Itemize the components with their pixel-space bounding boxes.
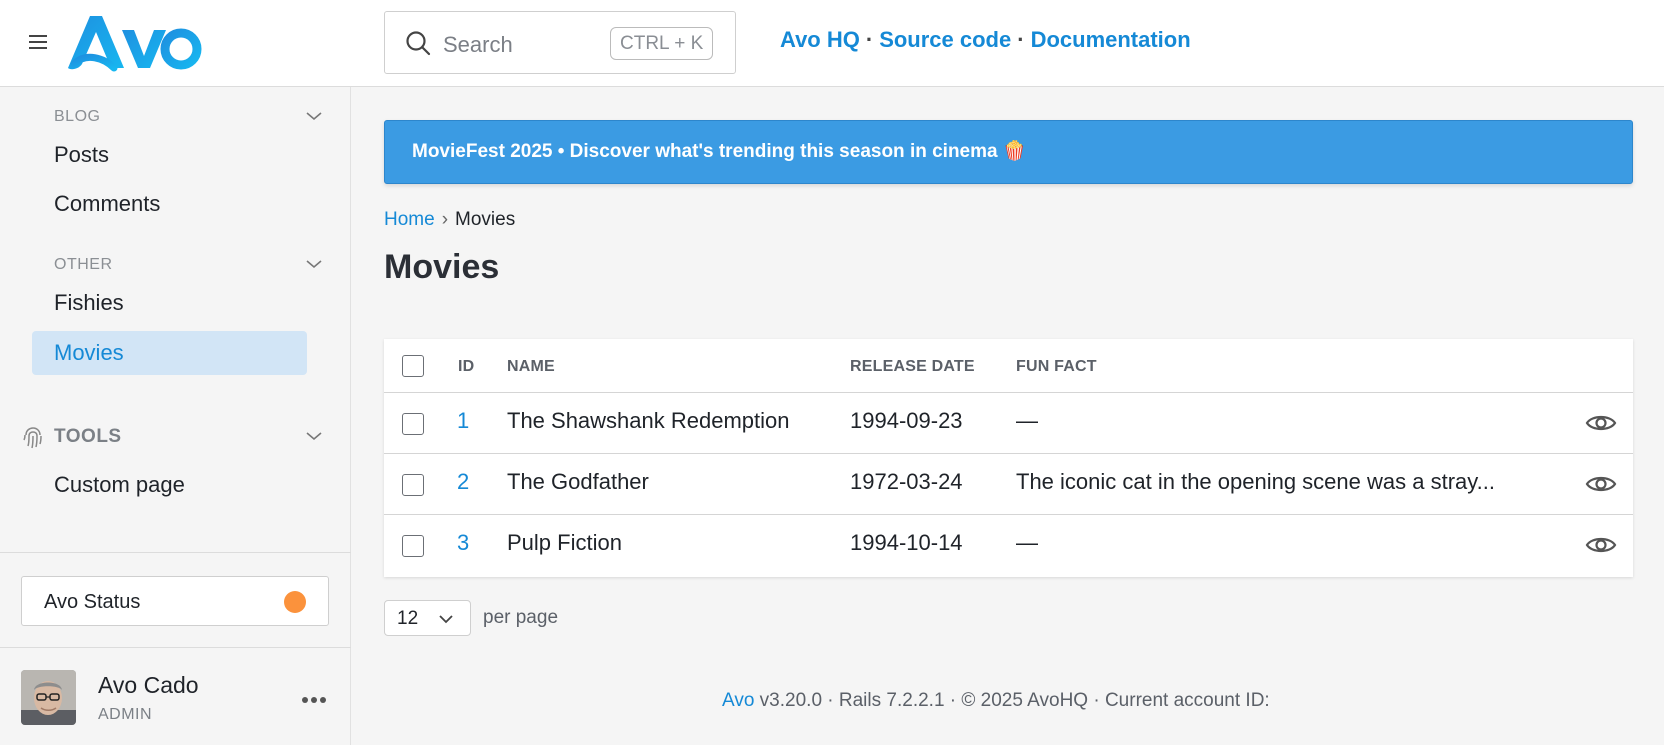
footer-text: v3.20.0 · Rails 7.2.2.1 · © 2025 AvoHQ ·… <box>754 690 1270 711</box>
search-icon <box>406 31 431 56</box>
sidebar-divider <box>0 552 351 553</box>
chevron-right-icon: › <box>441 209 449 230</box>
status-label: Avo Status <box>44 591 141 613</box>
row-checkbox[interactable] <box>402 474 424 496</box>
user-name: Avo Cado <box>98 672 199 698</box>
row-name: The Shawshank Redemption <box>507 408 790 433</box>
row-name: The Godfather <box>507 469 649 494</box>
column-header-id[interactable]: ID <box>458 358 474 376</box>
sidebar-item-posts[interactable]: Posts <box>32 133 307 177</box>
sidebar-item-comments[interactable]: Comments <box>32 182 307 226</box>
sidebar-section-blog[interactable]: BLOG <box>54 108 100 126</box>
link-separator: · <box>1017 27 1025 52</box>
breadcrumb-current: Movies <box>455 209 516 230</box>
per-page-select[interactable]: 12 <box>384 600 471 636</box>
row-id-link[interactable]: 2 <box>457 469 469 495</box>
view-eye-icon[interactable] <box>1585 473 1617 495</box>
sidebar-section-label: TOOLS <box>54 426 122 447</box>
per-page-value: 12 <box>397 608 419 629</box>
documentation-link[interactable]: Documentation <box>1031 27 1191 52</box>
select-all-checkbox[interactable] <box>402 355 424 377</box>
chevron-down-icon[interactable] <box>305 258 323 270</box>
search-shortcut: CTRL + K <box>610 27 714 60</box>
chevron-down-icon[interactable] <box>305 430 323 442</box>
more-options-icon[interactable] <box>302 690 332 703</box>
sidebar-section-other[interactable]: OTHER <box>54 256 113 274</box>
row-fun-fact: The iconic cat in the opening scene was … <box>1016 469 1495 494</box>
announcement-banner: MovieFest 2025 • Discover what's trendin… <box>384 120 1633 184</box>
table-row[interactable]: 2 The Godfather 1972-03-24 The iconic ca… <box>384 454 1633 515</box>
menu-icon[interactable] <box>29 35 47 49</box>
chevron-down-icon[interactable] <box>305 110 323 122</box>
row-checkbox[interactable] <box>402 535 424 557</box>
search-placeholder: Search <box>443 32 513 57</box>
view-eye-icon[interactable] <box>1585 412 1617 434</box>
avo-logo[interactable] <box>64 12 204 74</box>
source-code-link[interactable]: Source code <box>879 27 1011 52</box>
row-fun-fact: — <box>1016 408 1038 433</box>
avatar[interactable] <box>21 670 76 725</box>
top-bar: Search CTRL + K Avo HQ · Source code · Docum… <box>0 0 1664 87</box>
footer-avo-link[interactable]: Avo <box>722 690 754 711</box>
table-row[interactable]: 3 Pulp Fiction 1994-10-14 — <box>384 515 1633 576</box>
footer: Avo v3.20.0 · Rails 7.2.2.1 · © 2025 Avo… <box>722 690 1270 712</box>
sidebar-item-custom-page[interactable]: Custom page <box>32 463 307 507</box>
sidebar: BLOG Posts Comments OTHER Fishies Movies… <box>0 87 351 745</box>
header-links: Avo HQ · Source code · Documentation <box>780 27 1191 53</box>
row-id-link[interactable]: 1 <box>457 408 469 434</box>
avo-status-button[interactable]: Avo Status <box>21 576 329 626</box>
movies-table: ID NAME RELEASE DATE FUN FACT 1 The Shaw… <box>384 339 1633 577</box>
avo-hq-link[interactable]: Avo HQ <box>780 27 860 52</box>
sidebar-item-fishies[interactable]: Fishies <box>32 281 307 325</box>
table-row[interactable]: 1 The Shawshank Redemption 1994-09-23 — <box>384 393 1633 454</box>
search-input[interactable]: Search CTRL + K <box>384 11 736 74</box>
table-header-row: ID NAME RELEASE DATE FUN FACT <box>384 339 1633 393</box>
row-fun-fact: — <box>1016 530 1038 555</box>
breadcrumb: Home › Movies <box>384 209 515 231</box>
row-id-link[interactable]: 3 <box>457 530 469 556</box>
page-title: Movies <box>384 248 500 286</box>
column-header-name[interactable]: NAME <box>507 358 555 376</box>
row-release-date: 1994-09-23 <box>850 408 963 433</box>
row-release-date: 1994-10-14 <box>850 530 963 555</box>
link-separator: · <box>865 27 874 52</box>
user-role: ADMIN <box>98 706 153 723</box>
row-name: Pulp Fiction <box>507 530 622 555</box>
view-eye-icon[interactable] <box>1585 534 1617 556</box>
chevron-down-icon <box>439 615 453 624</box>
sidebar-item-movies[interactable]: Movies <box>32 331 307 375</box>
per-page-label: per page <box>483 607 559 628</box>
user-photo <box>21 670 76 725</box>
fingerprint-icon <box>23 427 42 449</box>
row-checkbox[interactable] <box>402 413 424 435</box>
column-header-release-date[interactable]: RELEASE DATE <box>850 358 975 376</box>
status-indicator <box>284 591 306 613</box>
column-header-fun-fact[interactable]: FUN FACT <box>1016 358 1097 376</box>
breadcrumb-home-link[interactable]: Home <box>384 209 435 230</box>
sidebar-divider <box>0 647 351 648</box>
row-release-date: 1972-03-24 <box>850 469 963 494</box>
